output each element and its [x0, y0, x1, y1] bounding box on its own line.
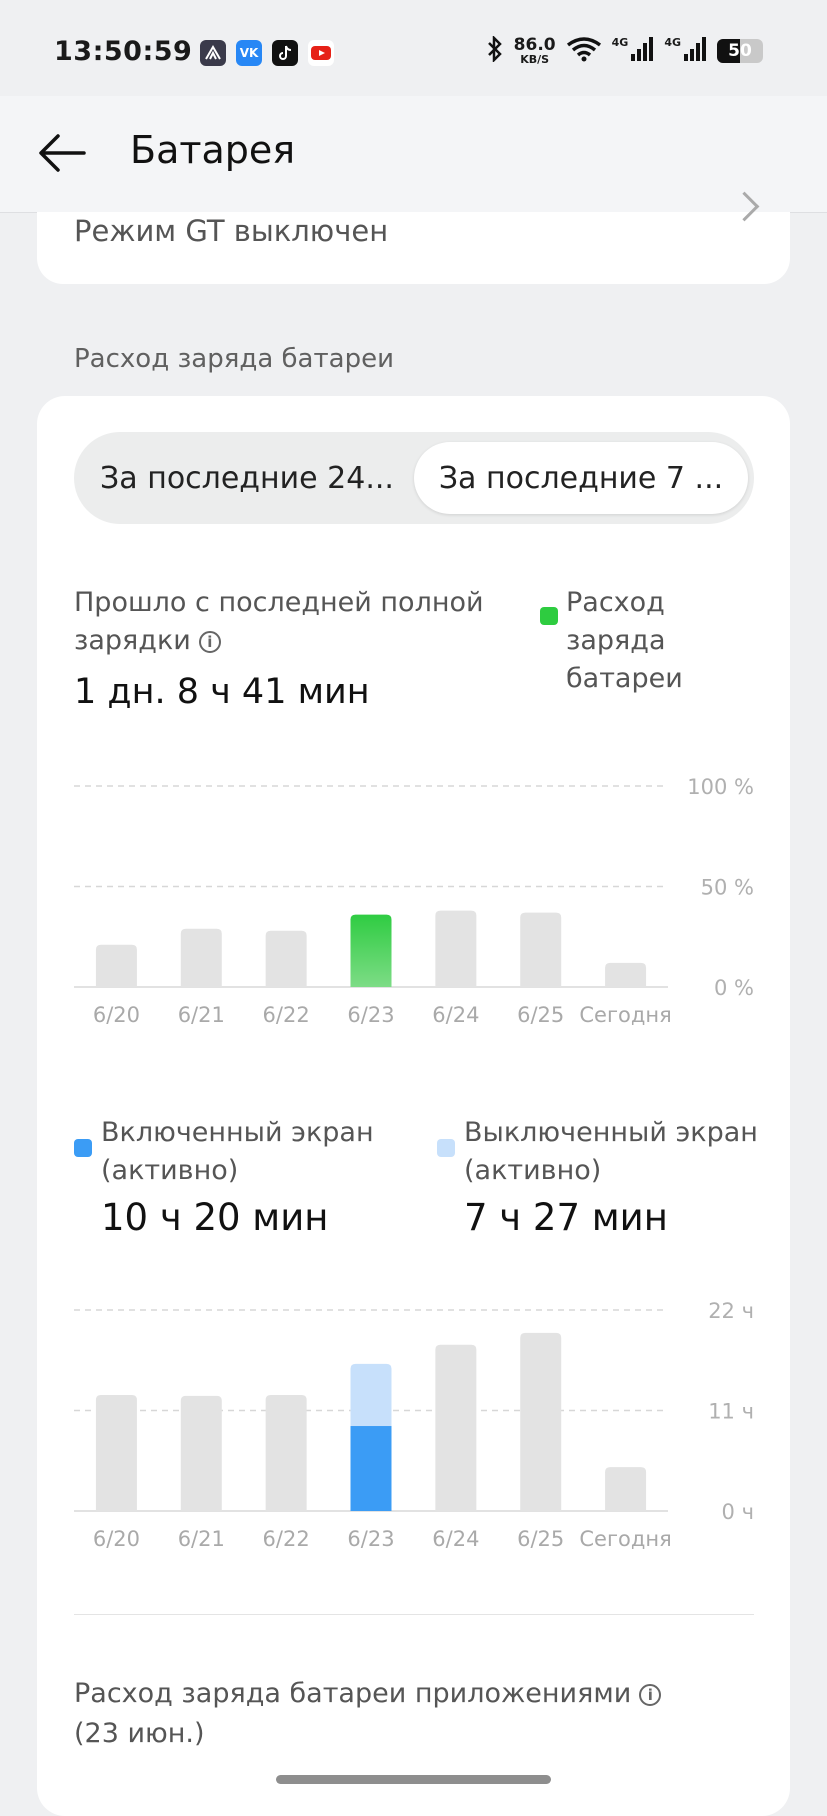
y-tick-label: 50 % — [701, 876, 754, 900]
x-tick-label: 6/23 — [347, 1003, 394, 1027]
battery-usage-chart[interactable]: 100 % 50 % 0 % 6/20 6/21 6/22 6/23 6/24 6/25 Сего… — [0, 760, 827, 1040]
day-bar — [520, 1332, 562, 1511]
period-segmented-control: За последние 24... За последние 7 ... — [74, 432, 754, 524]
screen-off-value: 7 ч 27 мин — [464, 1196, 668, 1239]
apps-usage-heading: Расход заряда батареи приложениями i (23 … — [74, 1674, 674, 1754]
battery-usage-legend-swatch — [540, 607, 558, 625]
x-tick-label: 6/25 — [517, 1003, 564, 1027]
y-tick-label: 11 ч — [708, 1400, 754, 1424]
screen-on-legend-swatch — [74, 1139, 92, 1157]
screen-on-value: 10 ч 20 мин — [101, 1196, 329, 1239]
screen-off-legend-swatch — [437, 1139, 455, 1157]
net-speed: 86.0 KB/S — [513, 35, 556, 66]
day-bar — [265, 1394, 307, 1511]
cell-signal-2: 4G — [664, 36, 707, 66]
x-tick-label: 6/21 — [178, 1527, 225, 1551]
x-tick-label: 6/22 — [263, 1527, 310, 1551]
y-tick-label: 100 % — [687, 775, 754, 799]
x-tick-label: 6/24 — [432, 1527, 479, 1551]
signal-bars-icon — [630, 36, 654, 66]
battery-icon: 50 — [717, 39, 763, 63]
since-full-charge-value: 1 дн. 8 ч 41 мин — [74, 672, 370, 712]
selected-day-bar — [350, 914, 392, 987]
y-tick-label: 0 % — [714, 976, 754, 1000]
screen-off-label: Выключенный экран (активно) — [464, 1117, 758, 1186]
status-time: 13:50:59 — [54, 36, 193, 67]
day-bar — [605, 962, 647, 987]
network-type-label: 4G — [611, 36, 629, 49]
section-divider — [74, 1614, 754, 1615]
tab-last-7-days[interactable]: За последние 7 ... — [414, 442, 748, 514]
y-tick-label: 22 ч — [708, 1299, 754, 1323]
day-bar — [265, 930, 307, 987]
day-bar — [520, 912, 562, 987]
x-tick-label: Сегодня — [579, 1003, 671, 1027]
apps-usage-title: Расход заряда батареи приложениями — [74, 1678, 632, 1709]
info-icon[interactable]: i — [639, 1683, 662, 1706]
network-type-label: 4G — [664, 36, 681, 49]
back-arrow-icon[interactable] — [36, 126, 90, 180]
day-bar — [95, 944, 137, 987]
x-tick-label: 6/23 — [347, 1527, 394, 1551]
apps-usage-date: (23 июн.) — [74, 1718, 205, 1749]
youtube-icon — [308, 40, 334, 66]
battery-usage-legend-label: Расход заряда батареи — [566, 587, 683, 694]
x-tick-label: 6/21 — [178, 1003, 225, 1027]
tiktok-icon — [272, 40, 298, 66]
day-bar — [180, 1395, 222, 1511]
info-icon[interactable]: i — [198, 630, 221, 653]
screen-on-label: Включенный экран (активно) — [101, 1117, 374, 1186]
wifi-icon — [566, 36, 602, 66]
x-tick-label: 6/25 — [517, 1527, 564, 1551]
net-speed-unit: KB/S — [520, 53, 550, 66]
screen-time-chart[interactable]: 22 ч 11 ч 0 ч 6/20 6/21 6/22 6/23 6/24 6/25 Сегод… — [0, 1284, 827, 1564]
battery-usage-heading: Расход заряда батареи — [74, 344, 394, 374]
screen-off-bar — [350, 1363, 392, 1427]
screen-on-bar — [350, 1426, 392, 1511]
notification-icons: VK — [200, 40, 334, 66]
x-tick-label: 6/22 — [263, 1003, 310, 1027]
battery-level: 50 — [728, 41, 752, 61]
page-title: Батарея — [130, 128, 296, 172]
net-speed-value: 86.0 — [513, 35, 556, 55]
gt-mode-status: Режим GT выключен — [74, 214, 389, 248]
beeline-icon — [200, 40, 226, 66]
x-tick-label: 6/20 — [93, 1527, 140, 1551]
day-bar — [95, 1394, 137, 1511]
vk-icon: VK — [236, 40, 262, 66]
day-bar — [180, 928, 222, 987]
status-indicators: 86.0 KB/S 4G 4G 50 — [486, 34, 763, 66]
signal-bars-icon — [683, 36, 707, 66]
cell-signal-1: 4G — [612, 36, 655, 66]
day-bar — [605, 1467, 647, 1511]
bluetooth-icon — [486, 34, 504, 66]
tab-last-24-hours[interactable]: За последние 24... — [86, 442, 408, 514]
y-tick-label: 0 ч — [722, 1500, 754, 1524]
x-tick-label: 6/24 — [432, 1003, 479, 1027]
home-indicator[interactable] — [276, 1775, 551, 1784]
since-full-charge-text: Прошло с последней полной зарядки — [74, 587, 484, 656]
x-tick-label: 6/20 — [93, 1003, 140, 1027]
day-bar — [435, 910, 477, 987]
since-full-charge-label: Прошло с последней полной зарядки i — [74, 584, 494, 660]
app-bar — [0, 96, 827, 213]
day-bar — [435, 1344, 477, 1511]
x-tick-label: Сегодня — [579, 1527, 671, 1551]
